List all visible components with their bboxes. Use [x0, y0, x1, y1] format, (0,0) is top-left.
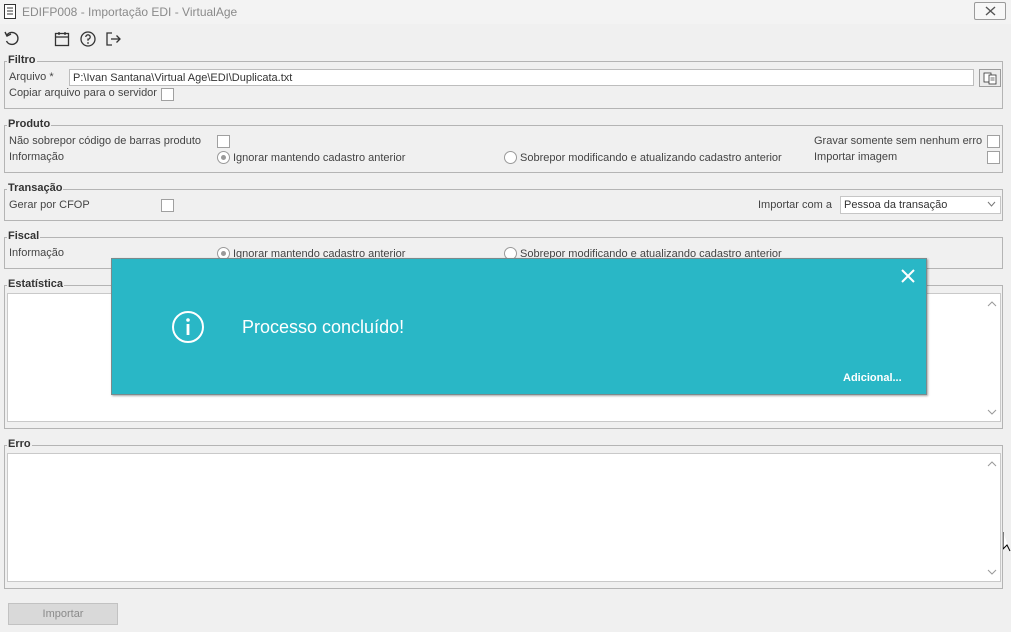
toast-message: Processo concluído!	[242, 317, 405, 337]
importar-button[interactable]: Importar	[8, 603, 118, 625]
mouse-cursor-icon	[1003, 532, 1011, 552]
refresh-button[interactable]	[3, 30, 23, 50]
importar-com-label: Importar com a	[758, 199, 832, 211]
produto-sobrepor-label: Sobrepor modificando e atualizando cadas…	[520, 152, 782, 164]
gravar-sem-erro-label: Gravar somente sem nenhum erro	[814, 135, 983, 147]
chevron-down-icon	[987, 201, 996, 207]
nao-sobrepor-label: Não sobrepor código de barras produto	[9, 135, 202, 147]
filtro-legend: Filtro	[7, 54, 37, 66]
window-title: EDIFP008 - Importação EDI - VirtualAge	[22, 5, 238, 19]
process-complete-toast: Processo concluído! Adicional...	[111, 258, 927, 395]
browse-file-button[interactable]	[979, 69, 1001, 87]
help-button[interactable]	[79, 30, 99, 50]
importar-imagem-label: Importar imagem	[814, 151, 898, 163]
produto-informacao-label: Informação	[9, 151, 65, 163]
document-icon	[4, 4, 16, 19]
copiar-servidor-checkbox[interactable]	[161, 88, 174, 101]
folder-browse-icon	[983, 72, 997, 85]
produto-group: Produto	[4, 118, 1003, 173]
toast-close-icon[interactable]	[900, 268, 916, 284]
gravar-sem-erro-checkbox[interactable]	[987, 135, 1000, 148]
importar-com-select[interactable]: Pessoa da transação	[840, 196, 1001, 214]
calendar-icon	[54, 32, 70, 47]
toast-more-link[interactable]: Adicional...	[843, 372, 902, 384]
refresh-icon	[4, 31, 19, 46]
scroll-down-icon[interactable]	[987, 568, 997, 576]
fiscal-informacao-label: Informação	[9, 247, 65, 259]
fiscal-legend: Fiscal	[7, 230, 41, 242]
help-icon	[80, 31, 96, 47]
importar-imagem-checkbox[interactable]	[987, 151, 1000, 164]
erro-legend: Erro	[7, 438, 32, 450]
erro-textarea[interactable]	[7, 453, 1001, 582]
scroll-down-icon[interactable]	[987, 408, 997, 416]
arquivo-label: Arquivo *	[9, 71, 54, 83]
arquivo-input[interactable]: P:\Ivan Santana\Virtual Age\EDI\Duplicat…	[69, 69, 974, 86]
toolbar	[0, 26, 1011, 54]
exit-button[interactable]	[104, 30, 124, 50]
calendar-button[interactable]	[53, 30, 73, 50]
gerar-cfop-label: Gerar por CFOP	[9, 199, 90, 211]
gerar-cfop-checkbox[interactable]	[161, 199, 174, 212]
info-icon	[172, 311, 204, 343]
scroll-up-icon[interactable]	[987, 300, 997, 308]
copiar-servidor-label: Copiar arquivo para o servidor	[9, 87, 157, 99]
close-icon	[985, 6, 996, 16]
estatistica-legend: Estatística	[7, 278, 65, 290]
produto-ignorar-radio[interactable]	[217, 151, 230, 164]
produto-ignorar-label: Ignorar mantendo cadastro anterior	[233, 152, 406, 164]
produto-sobrepor-radio[interactable]	[504, 151, 517, 164]
exit-icon	[106, 32, 121, 46]
title-bar: EDIFP008 - Importação EDI - VirtualAge	[0, 0, 1011, 24]
produto-legend: Produto	[7, 118, 52, 130]
window-close-button[interactable]	[974, 2, 1006, 20]
nao-sobrepor-checkbox[interactable]	[217, 135, 230, 148]
scroll-up-icon[interactable]	[987, 460, 997, 468]
importar-com-value: Pessoa da transação	[844, 199, 948, 211]
transacao-legend: Transação	[7, 182, 64, 194]
